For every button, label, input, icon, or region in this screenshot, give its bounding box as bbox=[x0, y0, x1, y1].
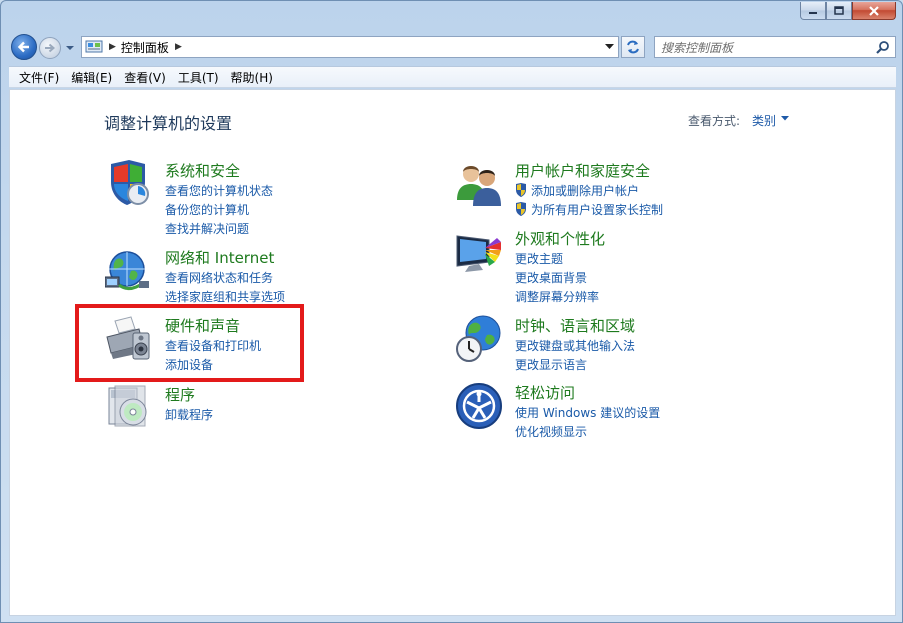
highlight-box bbox=[75, 304, 304, 382]
category-link[interactable]: 优化视频显示 bbox=[515, 423, 587, 440]
minimize-icon bbox=[809, 11, 817, 14]
menu-edit[interactable]: 编辑(E) bbox=[65, 69, 118, 86]
category-title[interactable]: 系统和安全 bbox=[165, 160, 240, 181]
category-link[interactable]: 更改桌面背景 bbox=[515, 269, 587, 286]
search-input[interactable]: 搜索控制面板 bbox=[661, 39, 876, 56]
menu-view[interactable]: 查看(V) bbox=[118, 69, 172, 86]
monitor-palette-icon[interactable] bbox=[455, 228, 503, 276]
category-title[interactable]: 轻松访问 bbox=[515, 382, 575, 403]
breadcrumb-control-panel[interactable]: 控制面板 bbox=[121, 39, 169, 56]
category-title[interactable]: 外观和个性化 bbox=[515, 228, 605, 249]
window-frame: ▶ 控制面板 ▶ 搜索控制面板 文件(F) 编辑(E) 查看(V) 工具(T) bbox=[0, 0, 903, 623]
uac-shield-icon bbox=[516, 183, 526, 197]
breadcrumb-separator[interactable]: ▶ bbox=[109, 42, 116, 52]
category-network-internet: 网络和 Internet 查看网络状态和任务 选择家庭组和共享选项 bbox=[105, 247, 325, 305]
category-link[interactable]: 查找并解决问题 bbox=[165, 220, 249, 237]
control-panel-icon bbox=[85, 40, 103, 53]
breadcrumb-separator-end[interactable]: ▶ bbox=[175, 42, 182, 52]
ease-of-access-icon[interactable] bbox=[455, 382, 503, 430]
shield-icon[interactable] bbox=[105, 160, 153, 208]
address-bar[interactable]: ▶ 控制面板 ▶ bbox=[81, 36, 619, 58]
category-system-security: 系统和安全 查看您的计算机状态 备份您的计算机 查找并解决问题 bbox=[105, 160, 325, 237]
caption-buttons bbox=[800, 2, 896, 20]
maximize-button[interactable] bbox=[826, 2, 852, 20]
category-title[interactable]: 网络和 Internet bbox=[165, 247, 274, 268]
category-link[interactable]: 更改显示语言 bbox=[515, 356, 587, 373]
menu-tools[interactable]: 工具(T) bbox=[172, 69, 225, 86]
link-text[interactable]: 添加或删除用户帐户 bbox=[531, 184, 639, 198]
close-button[interactable] bbox=[852, 2, 896, 20]
category-link[interactable]: 查看您的计算机状态 bbox=[165, 182, 273, 199]
uac-shield-icon bbox=[516, 202, 526, 216]
category-link[interactable]: 更改主题 bbox=[515, 250, 563, 267]
view-by-dropdown[interactable]: 类别 bbox=[752, 112, 776, 129]
category-clock-language-region: 时钟、语言和区域 更改键盘或其他输入法 更改显示语言 bbox=[455, 315, 715, 373]
category-title[interactable]: 用户帐户和家庭安全 bbox=[515, 160, 650, 181]
address-dropdown-icon[interactable] bbox=[605, 44, 614, 50]
search-box[interactable]: 搜索控制面板 bbox=[654, 36, 896, 58]
category-appearance: 外观和个性化 更改主题 更改桌面背景 调整屏幕分辨率 bbox=[455, 228, 715, 305]
page-title: 调整计算机的设置 bbox=[104, 114, 233, 133]
menu-file[interactable]: 文件(F) bbox=[13, 69, 65, 86]
link-text[interactable]: 为所有用户设置家长控制 bbox=[531, 203, 663, 217]
recent-pages-dropdown-icon[interactable] bbox=[65, 43, 75, 53]
close-icon bbox=[869, 5, 879, 16]
category-link[interactable]: 调整屏幕分辨率 bbox=[515, 288, 599, 305]
category-ease-of-access: 轻松访问 使用 Windows 建议的设置 优化视频显示 bbox=[455, 382, 715, 440]
category-title[interactable]: 时钟、语言和区域 bbox=[515, 315, 635, 336]
forward-arrow-icon bbox=[45, 43, 56, 53]
category-title[interactable]: 程序 bbox=[165, 384, 195, 405]
category-link[interactable]: 使用 Windows 建议的设置 bbox=[515, 404, 660, 421]
view-by-label: 查看方式: bbox=[688, 114, 741, 128]
category-programs: 程序 卸载程序 bbox=[105, 384, 325, 429]
globe-clock-icon[interactable] bbox=[455, 315, 503, 363]
category-link[interactable]: 查看网络状态和任务 bbox=[165, 269, 273, 286]
menu-bar: 文件(F) 编辑(E) 查看(V) 工具(T) 帮助(H) bbox=[9, 66, 896, 88]
category-link[interactable]: 添加或删除用户帐户 bbox=[515, 182, 639, 199]
back-button[interactable] bbox=[11, 34, 37, 60]
category-link[interactable]: 更改键盘或其他输入法 bbox=[515, 337, 635, 354]
refresh-icon bbox=[627, 40, 639, 54]
refresh-button[interactable] bbox=[621, 36, 645, 58]
maximize-icon bbox=[834, 6, 844, 15]
users-icon[interactable] bbox=[455, 160, 503, 208]
category-link[interactable]: 为所有用户设置家长控制 bbox=[515, 201, 663, 218]
category-link[interactable]: 备份您的计算机 bbox=[165, 201, 249, 218]
view-by-chevron-down-icon[interactable] bbox=[781, 116, 789, 121]
minimize-button[interactable] bbox=[800, 2, 826, 20]
network-globe-icon[interactable] bbox=[105, 247, 153, 295]
menu-help[interactable]: 帮助(H) bbox=[225, 69, 279, 86]
category-link[interactable]: 选择家庭组和共享选项 bbox=[165, 288, 285, 305]
category-link[interactable]: 卸载程序 bbox=[165, 406, 213, 423]
programs-disc-icon[interactable] bbox=[105, 384, 153, 432]
search-icon[interactable] bbox=[876, 40, 889, 54]
category-user-accounts: 用户帐户和家庭安全 添加或删除用户帐户 为所有用户设置家长控制 bbox=[455, 160, 715, 218]
control-panel-content: 调整计算机的设置 查看方式: 类别 系统和安全 查看您的计算机状态 备份您的计算… bbox=[9, 89, 896, 616]
forward-button[interactable] bbox=[39, 37, 61, 59]
navigation-bar: ▶ 控制面板 ▶ 搜索控制面板 bbox=[9, 34, 896, 60]
back-arrow-icon bbox=[17, 41, 29, 53]
